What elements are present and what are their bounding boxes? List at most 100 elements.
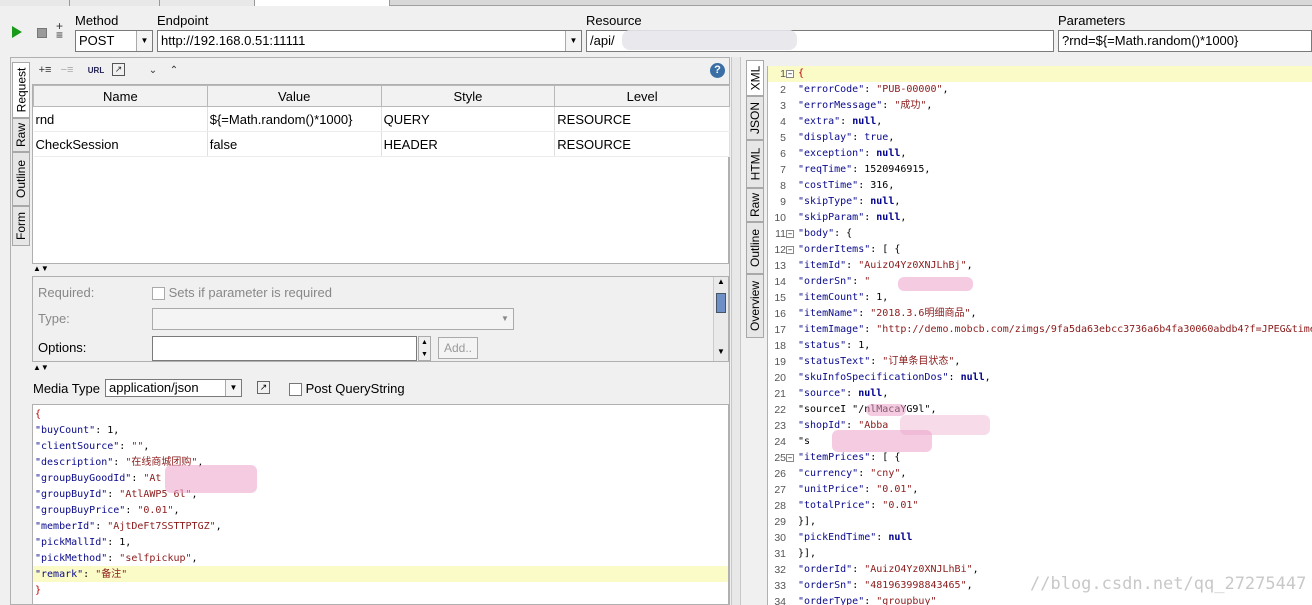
response-line: 2 "errorCode": "PUB-00000", xyxy=(768,82,1312,98)
cell[interactable]: false xyxy=(207,131,382,157)
checkbox-icon[interactable] xyxy=(152,287,165,301)
fold-toggle-icon[interactable]: − xyxy=(786,70,794,78)
tab-overview[interactable]: Overview xyxy=(746,274,764,338)
post-querystring-checkbox[interactable]: Post QueryString xyxy=(289,381,405,397)
parameters-value: ?rnd=${=Math.random()*1000} xyxy=(1062,33,1239,48)
tab-html[interactable]: HTML xyxy=(746,140,764,188)
response-viewer[interactable]: 1−{2 "errorCode": "PUB-00000", 3 "errorMe… xyxy=(767,66,1312,605)
fold-toggle-icon[interactable]: − xyxy=(786,246,794,254)
col-name[interactable]: Name xyxy=(33,85,208,107)
help-icon[interactable]: ? xyxy=(710,63,725,78)
details-scrollbar[interactable]: ▲ ▼ xyxy=(713,277,728,361)
col-style[interactable]: Style xyxy=(380,85,556,107)
tab-json-label: JSON xyxy=(748,101,763,135)
stop-icon[interactable] xyxy=(37,28,47,38)
response-line: 4 "extra": null, xyxy=(768,114,1312,130)
cell[interactable]: HEADER xyxy=(381,131,556,157)
add-param-icon[interactable]: +≡ xyxy=(37,62,53,78)
cell[interactable]: QUERY xyxy=(381,106,556,132)
tab-outline-label: Outline xyxy=(14,159,28,199)
expand-icon[interactable]: ↗ xyxy=(112,63,125,76)
options-spinner[interactable]: ▲ ▼ xyxy=(418,336,431,361)
cell[interactable]: RESOURCE xyxy=(554,131,730,157)
response-line: 34 "orderType": "groupbuy" xyxy=(768,594,1312,605)
tab-form[interactable]: Form xyxy=(12,206,30,246)
cell[interactable]: RESOURCE xyxy=(554,106,730,132)
tab-json[interactable]: JSON xyxy=(746,96,764,140)
response-line: 11− "body": { xyxy=(768,226,1312,242)
window-tab[interactable] xyxy=(0,0,70,6)
remove-param-icon[interactable]: −≡ xyxy=(59,62,75,78)
method-select[interactable]: POST ▼ xyxy=(75,30,153,52)
chevron-down-icon[interactable]: ▼ xyxy=(565,31,581,51)
line-text: "itemImage": "http://demo.mobcb.com/zimg… xyxy=(798,324,1312,335)
type-select[interactable]: ▼ xyxy=(152,308,514,330)
table-row[interactable]: CheckSession false HEADER RESOURCE xyxy=(33,131,730,157)
line-text: "exception": null, xyxy=(798,148,907,159)
scroll-up-icon[interactable]: ▲ xyxy=(714,277,728,291)
url-encode-icon[interactable]: URL xyxy=(88,62,104,78)
chevron-down-icon[interactable]: ▼ xyxy=(497,309,513,329)
code-line: { xyxy=(35,409,42,420)
tab-xml[interactable]: XML xyxy=(746,60,764,96)
media-type-value: application/json xyxy=(109,380,199,395)
chevron-down-icon[interactable]: ▼ xyxy=(225,380,241,396)
endpoint-label: Endpoint xyxy=(157,13,209,28)
media-type-select[interactable]: application/json ▼ xyxy=(105,379,242,397)
response-line: 7 "reqTime": 1520946915, xyxy=(768,162,1312,178)
col-level[interactable]: Level xyxy=(554,85,730,107)
scroll-thumb[interactable] xyxy=(716,293,726,313)
cell[interactable]: rnd xyxy=(33,106,208,132)
scroll-down-icon[interactable]: ▼ xyxy=(714,347,728,361)
window-tab-active[interactable] xyxy=(255,0,390,6)
add-parameter-icon[interactable]: + ≡ xyxy=(56,20,74,41)
response-line: 14 "orderSn": " xyxy=(768,274,1312,290)
fold-toggle-icon[interactable]: − xyxy=(786,454,794,462)
line-number: 22 xyxy=(774,404,786,416)
chevron-down-icon[interactable]: ▼ xyxy=(136,31,152,51)
checkbox-icon[interactable] xyxy=(289,383,302,397)
line-text: "status": 1, xyxy=(798,340,871,351)
line-text: "body": { xyxy=(798,228,853,239)
required-checkbox[interactable]: Sets if parameter is required xyxy=(152,285,332,301)
endpoint-input[interactable]: http://192.168.0.51:11111 ▼ xyxy=(157,30,582,52)
line-text: { xyxy=(798,68,805,79)
tab-form-label: Form xyxy=(14,212,28,240)
cell[interactable]: ${=Math.random()*1000} xyxy=(207,106,382,132)
tab-request[interactable]: Request xyxy=(12,62,30,118)
table-row[interactable]: rnd ${=Math.random()*1000} QUERY RESOURC… xyxy=(33,106,730,132)
expand-icon[interactable]: ↗ xyxy=(257,381,270,394)
tab-raw[interactable]: Raw xyxy=(12,118,30,152)
cell[interactable]: CheckSession xyxy=(33,131,208,157)
watermark: //blog.csdn.net/qq_27275447 xyxy=(1030,574,1307,594)
panel-splitter[interactable] xyxy=(731,57,741,605)
add-button[interactable]: Add.. xyxy=(438,337,478,359)
options-input[interactable] xyxy=(152,336,417,361)
tab-outline[interactable]: Outline xyxy=(12,152,30,206)
line-text: "itemPrices": [ { xyxy=(798,452,901,463)
line-text: "pickEndTime": null xyxy=(798,532,913,543)
tab-outline-response[interactable]: Outline xyxy=(746,222,764,274)
line-number: 18 xyxy=(774,340,786,352)
splitter-arrows-icon[interactable]: ▲▼ xyxy=(33,363,49,372)
tab-raw-response[interactable]: Raw xyxy=(746,188,764,222)
code-line: "groupBuyGoodId": "At xyxy=(35,473,162,484)
response-line: 16 "itemName": "2018.3.6明细商品", xyxy=(768,306,1312,322)
redaction xyxy=(622,30,797,50)
splitter-arrows-icon[interactable]: ▲▼ xyxy=(33,264,49,273)
response-line: 19 "statusText": "订单条目状态", xyxy=(768,354,1312,370)
window-tab[interactable] xyxy=(160,0,255,6)
options-label: Options: xyxy=(38,340,87,355)
line-number: 26 xyxy=(774,468,786,480)
fold-toggle-icon[interactable]: − xyxy=(786,230,794,238)
window-tab[interactable] xyxy=(70,0,160,6)
move-up-icon[interactable]: ⌃ xyxy=(166,62,182,78)
parameters-input[interactable]: ?rnd=${=Math.random()*1000} xyxy=(1058,30,1312,52)
col-value[interactable]: Value xyxy=(206,85,382,107)
move-down-icon[interactable]: ⌄ xyxy=(145,62,161,78)
request-body-editor[interactable]: { "buyCount": 1, "clientSource": "", "de… xyxy=(32,404,729,605)
code-line: "groupBuyId": "AtlAWP5 6l", xyxy=(35,489,198,500)
line-text: "unitPrice": "0.01", xyxy=(798,484,919,495)
run-icon[interactable] xyxy=(12,26,22,38)
type-label: Type: xyxy=(38,311,70,326)
